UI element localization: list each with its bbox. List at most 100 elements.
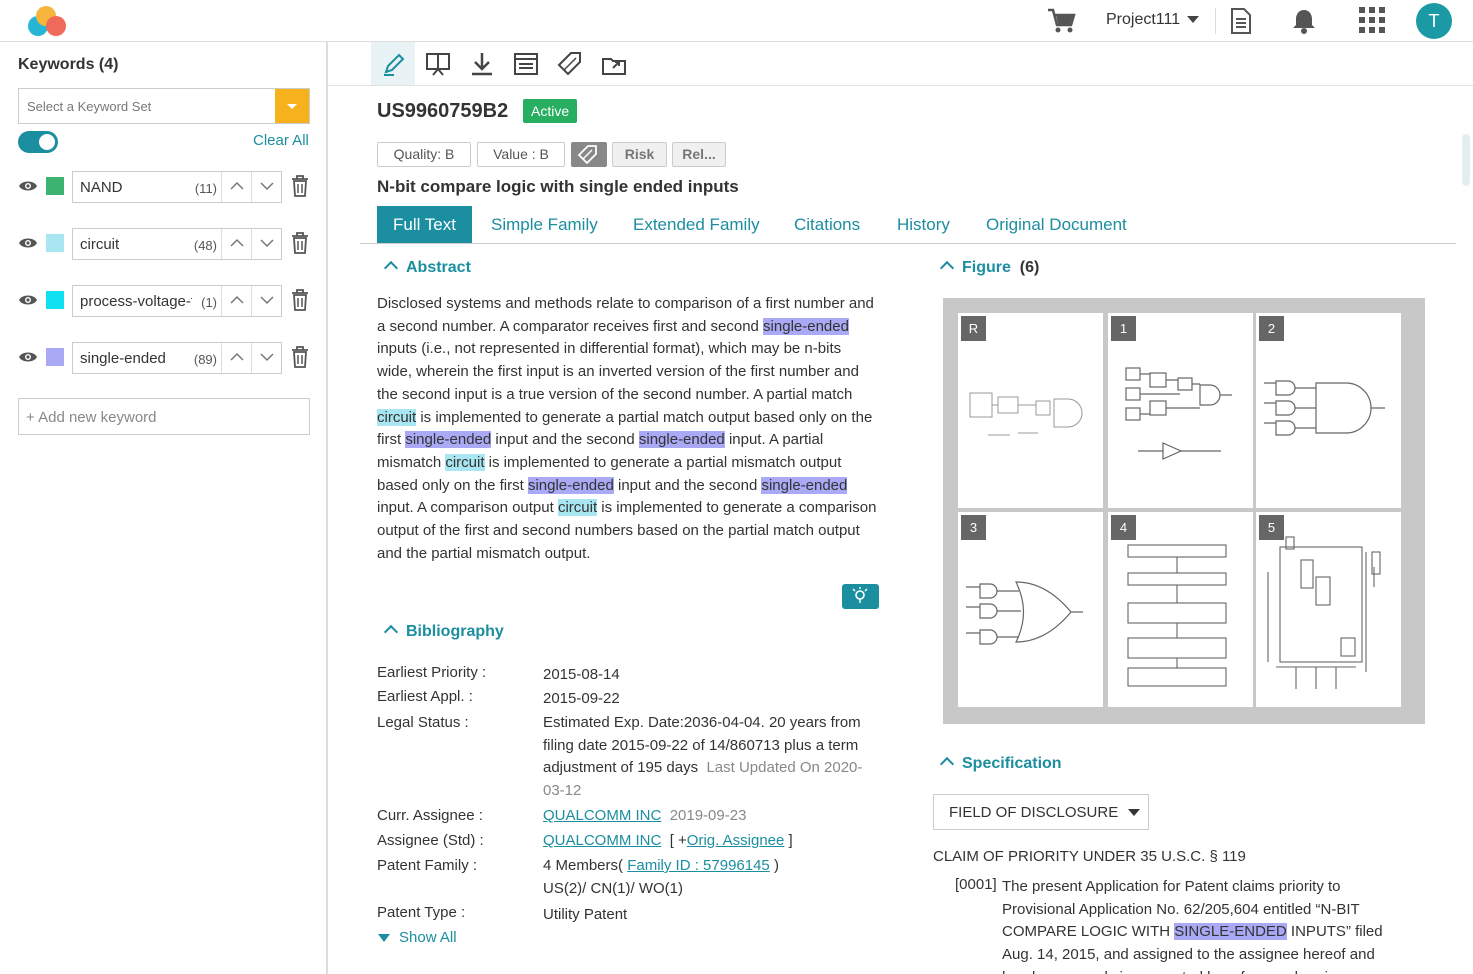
caret-down-icon [378,934,390,942]
export-icon[interactable] [591,42,635,85]
keyword-count: (1) [201,295,217,310]
scrollbar[interactable] [1462,134,1470,186]
chevron-down-icon[interactable] [251,343,281,373]
chevron-down-icon[interactable] [251,286,281,316]
eye-icon[interactable] [18,293,38,307]
chevron-up-icon[interactable] [383,624,399,640]
chevron-up-icon[interactable] [939,756,955,772]
highlight-toggle[interactable] [18,131,58,153]
keyword-highlight: circuit [445,453,485,471]
family-id-link[interactable]: Family ID : 57996145 [627,857,770,874]
figure-thumbnail[interactable]: 4 [1108,512,1253,707]
legal-status-value: Estimated Exp. Date:2036-04-04. 20 years… [543,714,863,800]
risk-button[interactable]: Risk [612,142,667,167]
figure-thumbnail[interactable]: 1 [1108,313,1253,508]
keyword-highlight: single-ended [761,476,848,494]
add-keyword-input[interactable]: + Add new keyword [18,398,310,435]
chevron-up-icon[interactable] [383,260,399,276]
summary-button[interactable] [842,584,879,609]
keyword-color-swatch[interactable] [46,291,64,309]
specification-section-value: FIELD OF DISCLOSURE [949,804,1119,821]
figure-thumbnail[interactable]: 2 [1256,313,1401,508]
abstract-segment: input and the second [491,431,639,449]
tag-button[interactable] [571,142,607,167]
tab-extended-family[interactable]: Extended Family [633,206,760,243]
clear-all-button[interactable]: Clear All [253,132,309,149]
tab-history[interactable]: History [897,206,950,243]
curr-assignee-link[interactable]: QUALCOMM INC [543,807,661,824]
keyword-row: process-voltage-t (1) [18,285,310,317]
presentation-icon[interactable] [415,42,459,85]
tab-original-document[interactable]: Original Document [986,206,1127,243]
chevron-down-icon[interactable] [275,89,309,123]
specification-heading[interactable]: Specification [939,755,1062,773]
chevron-up-icon[interactable] [939,260,955,276]
specification-paragraph: The present Application for Patent claim… [1002,878,1383,974]
tag-icon[interactable] [547,42,591,85]
trash-icon[interactable] [292,346,308,368]
figure-gallery: R 1 2 3 4 5 [943,298,1425,724]
keyword-field[interactable]: process-voltage-t (1) [72,285,282,317]
chevron-up-icon[interactable] [221,286,251,316]
figure-thumbnail[interactable]: R [958,313,1103,508]
keyword-field[interactable]: NAND (11) [72,171,282,203]
keyword-highlight: single-ended [405,431,492,449]
trash-icon[interactable] [292,289,308,311]
caret-down-icon [1128,809,1140,816]
download-icon[interactable] [459,42,503,85]
chevron-up-icon[interactable] [221,172,251,202]
keyword-field[interactable]: circuit (48) [72,228,282,260]
highlight-pen-icon[interactable] [371,42,415,85]
trash-icon[interactable] [292,175,308,197]
tab-citations[interactable]: Citations [794,206,860,243]
abstract-segment: input and the second [613,476,762,494]
status-badge: Active [523,99,578,123]
eye-icon[interactable] [18,179,38,193]
patent-title: N-bit compare logic with single ended in… [377,177,739,196]
figure-thumbnail[interactable]: 3 [958,512,1103,707]
tab-full-text[interactable]: Full Text [377,206,472,243]
keyword-color-swatch[interactable] [46,348,64,366]
bell-icon[interactable] [1291,7,1317,35]
orig-assignee-link[interactable]: Orig. Assignee [687,832,785,849]
chevron-down-icon[interactable] [251,229,281,259]
bibliography-heading[interactable]: Bibliography [383,623,504,641]
keyword-count: (89) [193,352,217,367]
document-export-icon[interactable] [1229,7,1253,35]
value-badge[interactable]: Value : B [477,142,565,167]
cart-icon[interactable] [1046,7,1076,35]
keyword-highlight: single-ended [763,317,849,335]
show-all-button[interactable]: Show All [378,929,457,946]
trash-icon[interactable] [292,232,308,254]
assignee-std-link[interactable]: QUALCOMM INC [543,832,661,849]
keyword-field[interactable]: single-ended (89) [72,342,282,374]
eye-icon[interactable] [18,350,38,364]
specification-section-select[interactable]: FIELD OF DISCLOSURE [933,794,1149,830]
tab-simple-family[interactable]: Simple Family [491,206,598,243]
detail-tabs: Full Text Simple Family Extended Family … [360,206,1456,244]
list-view-icon[interactable] [503,42,547,85]
relevance-button[interactable]: Rel... [672,142,726,167]
figure-thumbnail[interactable]: 5 [1256,512,1401,707]
chevron-up-icon[interactable] [221,229,251,259]
apps-grid-icon[interactable] [1359,7,1385,33]
project-selector[interactable]: Project111 [1106,11,1180,29]
abstract-heading[interactable]: Abstract [383,259,471,277]
keyword-set-select[interactable]: Select a Keyword Set [18,88,310,124]
figure-label: 1 [1111,316,1136,341]
app-logo-icon[interactable] [28,4,68,38]
quality-badge[interactable]: Quality: B [377,142,471,167]
top-bar: Project111 T [0,0,1473,42]
chevron-down-icon[interactable] [1187,16,1199,23]
document-toolbar [328,42,1473,86]
keyword-color-swatch[interactable] [46,177,64,195]
chevron-down-icon[interactable] [251,172,281,202]
eye-icon[interactable] [18,236,38,250]
legal-status-label: Legal Status : [377,714,469,731]
patent-family-label: Patent Family : [377,857,478,874]
avatar[interactable]: T [1416,3,1452,39]
figure-heading[interactable]: Figure (6) [939,259,1039,277]
chevron-up-icon[interactable] [221,343,251,373]
curr-assignee-label: Curr. Assignee : [377,807,483,824]
keyword-color-swatch[interactable] [46,234,64,252]
